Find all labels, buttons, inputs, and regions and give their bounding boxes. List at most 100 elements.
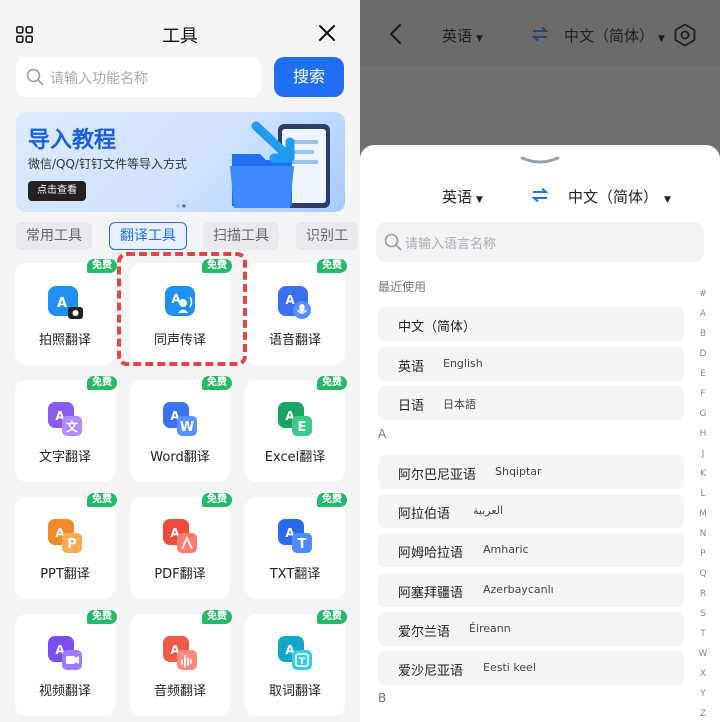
free-badge: 免费: [202, 376, 232, 390]
search-icon: [26, 68, 44, 86]
banner-view-button[interactable]: 点击查看: [28, 181, 86, 201]
search-icon: [384, 233, 402, 251]
tool-card-word-pick-translate[interactable]: 免费 A T 取词翻译: [245, 610, 347, 716]
section-header-b: B: [378, 691, 387, 705]
alphabet-index-letter[interactable]: P: [696, 544, 710, 564]
free-badge: 免费: [202, 610, 232, 624]
target-language-label: 中文（简体）: [564, 27, 655, 45]
sheet-source-language-select[interactable]: 英语 ▼: [442, 186, 483, 207]
tool-card-word-translate[interactable]: 免费 A W Word翻译: [130, 376, 232, 482]
alphabet-index-letter[interactable]: L: [696, 484, 710, 504]
alphabet-index-letter[interactable]: M: [696, 504, 710, 524]
language-zh-name: 日语: [398, 399, 425, 414]
tool-card-text-translate[interactable]: 免费 A 文 文字翻译: [15, 376, 117, 482]
alphabet-index-letter[interactable]: T: [696, 624, 710, 644]
svg-text:T: T: [299, 657, 306, 667]
tool-label: Excel翻译: [264, 450, 326, 465]
settings-icon[interactable]: [673, 23, 697, 47]
target-language-select[interactable]: 中文（简体） ▼: [564, 25, 665, 46]
tab-scan-tools[interactable]: 扫描工具: [203, 222, 279, 250]
alphabet-index-letter[interactable]: Z: [696, 704, 710, 722]
alphabet-index-letter[interactable]: D: [696, 344, 710, 364]
alphabet-index-letter[interactable]: J: [696, 444, 710, 464]
pdf-translate-icon: A: [163, 519, 197, 553]
language-zh-name: 中文（简体）: [398, 320, 477, 335]
alphabet-index-letter[interactable]: N: [696, 524, 710, 544]
tool-card-ppt-translate[interactable]: 免费 A P PPT翻译: [15, 493, 117, 599]
banner-subtitle: 微信/QQ/钉钉文件等导入方式: [28, 157, 187, 171]
search-button[interactable]: 搜索: [274, 57, 344, 97]
sheet-target-language-select[interactable]: 中文（简体） ▼: [568, 186, 671, 207]
tool-category-tabs: 常用工具 翻译工具 扫描工具 识别工: [16, 222, 360, 250]
carousel-dots: [176, 204, 186, 208]
language-row[interactable]: 爱尔兰语 Éireann: [378, 612, 684, 646]
back-icon[interactable]: [388, 23, 402, 45]
search-placeholder: 请输入功能名称: [50, 71, 148, 87]
sheet-handle-chevron-icon[interactable]: [520, 155, 560, 165]
tools-header: 工具: [0, 0, 360, 56]
alphabet-index-letter[interactable]: W: [696, 644, 710, 664]
word-translate-icon: A W: [163, 402, 197, 436]
free-badge: 免费: [317, 259, 347, 273]
alphabet-index-letter[interactable]: X: [696, 664, 710, 684]
tool-label: 音频翻译: [153, 684, 206, 699]
tool-label: 文字翻译: [38, 450, 91, 465]
alphabet-index-letter[interactable]: G: [696, 404, 710, 424]
free-badge: 免费: [317, 493, 347, 507]
language-native-name: Shqiptar: [495, 465, 542, 478]
svg-text:文: 文: [66, 419, 79, 434]
alphabet-index-letter[interactable]: Y: [696, 684, 710, 704]
free-badge: 免费: [87, 493, 117, 507]
language-native-name: Amharic: [483, 543, 529, 556]
free-badge: 免费: [317, 610, 347, 624]
excel-translate-icon: A E: [278, 402, 312, 436]
tool-search-input[interactable]: 请输入功能名称: [16, 57, 261, 97]
caret-down-icon: ▼: [476, 34, 483, 44]
language-native-name: Eesti keel: [483, 661, 536, 674]
tab-common-tools[interactable]: 常用工具: [16, 222, 92, 250]
language-row[interactable]: 日语 日本語: [378, 386, 684, 420]
banner-title: 导入教程: [28, 128, 117, 153]
tab-translate-tools[interactable]: 翻译工具: [109, 222, 187, 250]
tool-card-txt-translate[interactable]: 免费 A T TXT翻译: [245, 493, 347, 599]
alphabet-index-letter[interactable]: B: [696, 324, 710, 344]
tool-card-photo-translate[interactable]: 免费 A 拍照翻译: [15, 259, 117, 365]
language-row[interactable]: 阿拉伯语 العربية: [378, 494, 684, 528]
caret-down-icon: ▼: [476, 195, 483, 205]
tool-card-pdf-translate[interactable]: 免费 A PDF翻译: [130, 493, 232, 599]
alphabet-index-letter[interactable]: E: [696, 364, 710, 384]
alphabet-index-letter[interactable]: F: [696, 384, 710, 404]
import-tutorial-banner[interactable]: 导入教程 微信/QQ/钉钉文件等导入方式 点击查看: [16, 112, 345, 212]
tool-card-voice-translate[interactable]: 免费 A 语音翻译: [245, 259, 347, 365]
alphabet-index-bar[interactable]: # A B D E F G H J K L M N P Q R S T W X …: [696, 284, 710, 722]
language-native-name: Azerbaycanlı: [483, 583, 554, 596]
tool-card-excel-translate[interactable]: 免费 A E Excel翻译: [245, 376, 347, 482]
source-language-select[interactable]: 英语 ▼: [442, 25, 483, 46]
alphabet-index-letter[interactable]: H: [696, 424, 710, 444]
alphabet-index-letter[interactable]: K: [696, 464, 710, 484]
alphabet-index-letter[interactable]: R: [696, 584, 710, 604]
language-row[interactable]: 爱沙尼亚语 Eesti keel: [378, 651, 684, 685]
alphabet-index-letter[interactable]: Q: [696, 564, 710, 584]
svg-text:A: A: [57, 296, 67, 311]
tab-recognize-tools[interactable]: 识别工: [296, 222, 358, 250]
swap-icon[interactable]: [532, 26, 548, 42]
language-row[interactable]: 中文（简体）: [378, 307, 684, 341]
language-row[interactable]: 阿塞拜疆语 Azerbaycanlı: [378, 573, 684, 607]
tool-label: 语音翻译: [268, 333, 321, 348]
language-row[interactable]: 阿尔巴尼亚语 Shqiptar: [378, 455, 684, 489]
highlight-annotation: [117, 252, 247, 366]
language-row[interactable]: 英语 English: [378, 347, 684, 381]
tool-card-video-translate[interactable]: 免费 A 视频翻译: [15, 610, 117, 716]
language-row[interactable]: 阿姆哈拉语 Amharic: [378, 533, 684, 567]
language-search-input[interactable]: 请输入语言名称: [376, 222, 704, 262]
search-placeholder: 请输入语言名称: [405, 237, 497, 252]
tool-card-audio-translate[interactable]: 免费 A 音频翻译: [130, 610, 232, 716]
recent-section-label: 最近使用: [378, 280, 427, 294]
alphabet-index-letter[interactable]: A: [696, 304, 710, 324]
alphabet-index-letter[interactable]: #: [696, 284, 710, 304]
sheet-swap-icon[interactable]: [532, 187, 548, 203]
svg-text:T: T: [298, 537, 307, 552]
close-icon[interactable]: [318, 24, 336, 42]
alphabet-index-letter[interactable]: S: [696, 604, 710, 624]
